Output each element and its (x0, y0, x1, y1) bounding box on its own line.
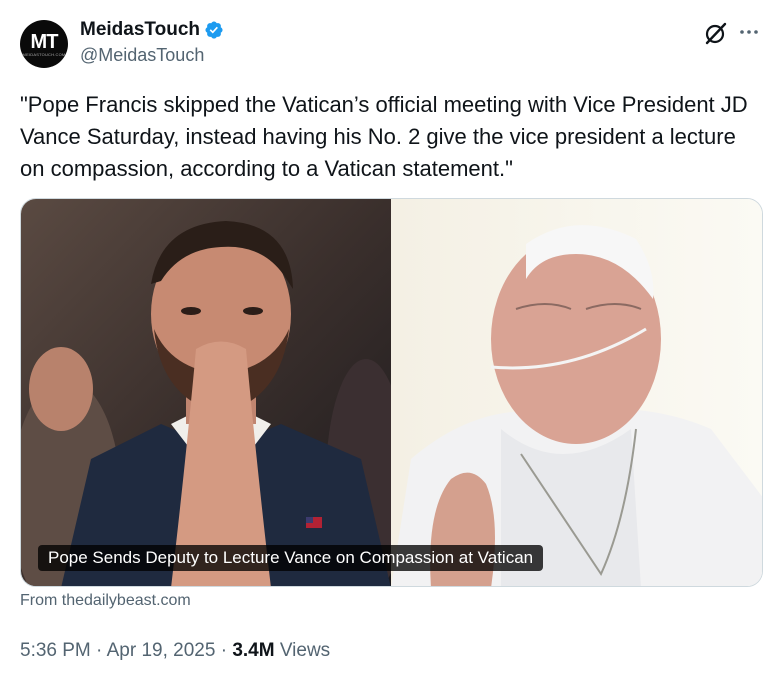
tweet-text: "Pope Francis skipped the Vatican’s offi… (20, 92, 748, 181)
meta-separator: · (220, 640, 233, 661)
tweet-time[interactable]: 5:36 PM (20, 640, 91, 661)
author-handle[interactable]: @MeidasTouch (80, 45, 204, 66)
more-horizontal-icon[interactable] (737, 20, 761, 44)
avatar[interactable]: MT MEIDASTOUCH.COM (20, 20, 68, 68)
card-source-link[interactable]: From thedailybeast.com (20, 592, 191, 610)
card-caption: Pope Sends Deputy to Lecture Vance on Co… (38, 545, 544, 571)
grok-slash-icon[interactable] (703, 20, 729, 46)
views-count: 3.4M (232, 640, 275, 661)
author-name-row: MeidasTouch (80, 19, 224, 41)
link-card-media[interactable]: Pope Sends Deputy to Lecture Vance on Co… (20, 198, 763, 587)
verified-badge-icon (205, 21, 223, 39)
tweet-meta: 5:36 PM · Apr 19, 2025 · 3.4M Views (20, 640, 330, 662)
avatar-logo-text: MT (30, 30, 59, 53)
tweet-date[interactable]: Apr 19, 2025 (107, 640, 216, 661)
views-label: Views (279, 640, 331, 661)
vance-photo (21, 199, 391, 586)
author-name[interactable]: MeidasTouch (80, 19, 200, 41)
meta-separator: · (96, 640, 107, 661)
avatar-logo-subtext: MEIDASTOUCH.COM (22, 51, 66, 57)
pope-francis-photo (391, 199, 762, 586)
